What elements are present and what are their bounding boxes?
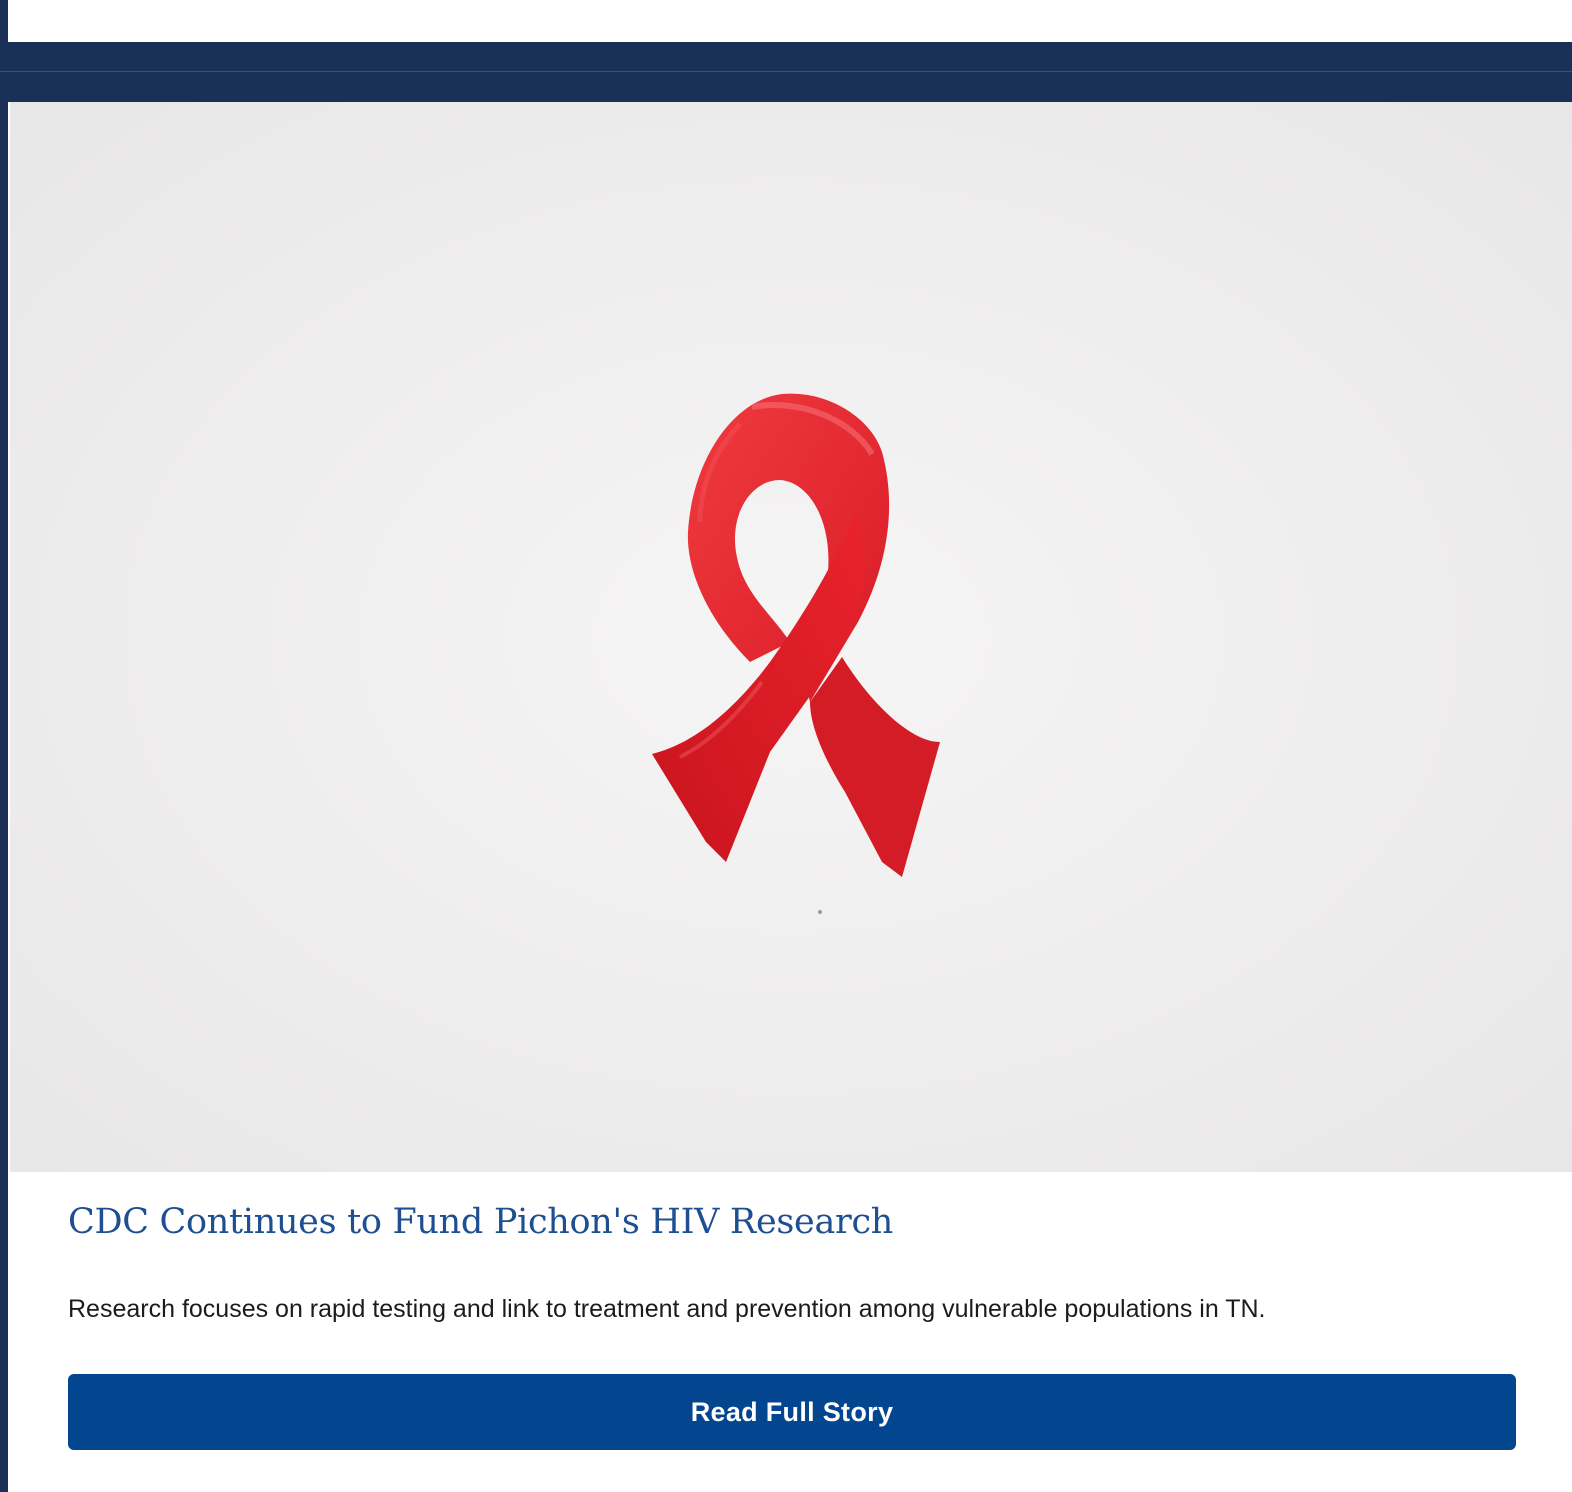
story-headline[interactable]: CDC Continues to Fund Pichon's HIV Resea… [68,1202,893,1242]
left-rail [0,0,8,1492]
red-ribbon-illustration [10,102,1572,1172]
top-strip [8,0,1572,42]
story-card-page: CDC Continues to Fund Pichon's HIV Resea… [0,0,1572,1492]
read-full-story-button[interactable]: Read Full Story [68,1374,1516,1450]
nav-divider [0,71,1572,72]
paper-speck [818,910,822,914]
nav-band [0,42,1572,102]
story-hero-image[interactable] [10,102,1572,1172]
story-card-body: CDC Continues to Fund Pichon's HIV Resea… [10,1172,1572,1492]
story-summary: Research focuses on rapid testing and li… [68,1295,1266,1323]
